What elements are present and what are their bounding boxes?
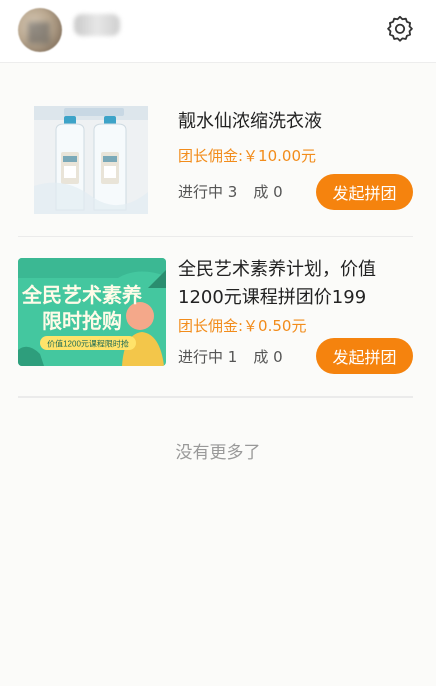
divider [18,396,413,397]
done-count: 成 0 [253,183,283,201]
commission-text: 团长佣金:￥0.50元 [178,317,307,335]
avatar[interactable] [18,8,62,52]
product-image-art-course[interactable]: 全民艺术素养 限时抢购 价值1200元课程限时抢 [18,258,166,366]
product-list: 靓水仙浓缩洗衣液 团长佣金:￥10.00元 进行中 3 成 0 发起拼团 全民艺… [18,62,413,398]
done-count: 成 0 [253,348,283,366]
group-stats: 进行中 3 成 0 [178,181,283,202]
commission-text: 团长佣金:￥10.00元 [178,147,316,165]
banner-headline: 全民艺术素养 [21,283,142,307]
no-more-text: 没有更多了 [175,443,261,463]
banner-subheadline: 限时抢购 [42,309,122,333]
start-group-button[interactable]: 发起拼团 [316,338,413,374]
product-title[interactable]: 全民艺术素养计划，价值1200元课程拼团价199 [178,256,402,312]
product-title[interactable]: 靓水仙浓缩洗衣液 [178,108,408,136]
in-progress-count: 进行中 3 [178,183,238,201]
header-bar [0,0,436,63]
product-card[interactable]: 全民艺术素养 限时抢购 价值1200元课程限时抢 全民艺术素养计划，价值1200… [18,237,413,398]
product-image-detergent[interactable] [34,106,148,214]
group-stats: 进行中 1 成 0 [178,346,283,367]
banner-tag: 价值1200元课程限时抢 [47,339,129,349]
nickname [74,14,120,36]
gear-icon[interactable] [386,14,414,42]
product-card[interactable]: 靓水仙浓缩洗衣液 团长佣金:￥10.00元 进行中 3 成 0 发起拼团 [18,62,413,237]
divider [18,236,413,237]
start-group-button[interactable]: 发起拼团 [316,174,413,210]
in-progress-count: 进行中 1 [178,348,238,366]
